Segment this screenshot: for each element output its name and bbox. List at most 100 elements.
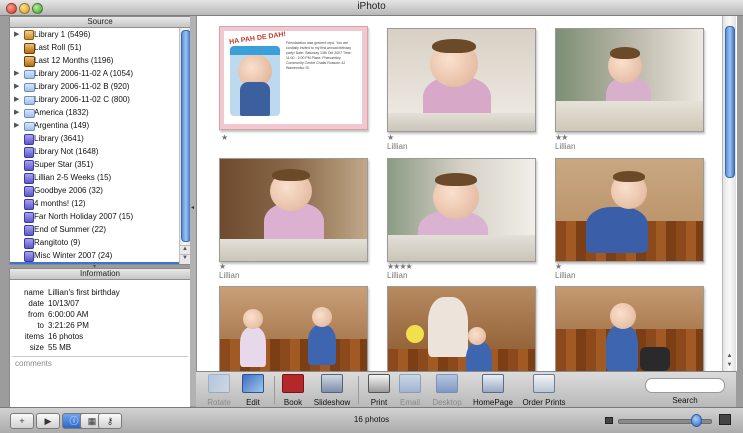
photo-caption[interactable]: Lillian (555, 142, 575, 151)
source-item[interactable]: Far North Holiday 2007 (15) (10, 210, 179, 223)
source-item[interactable]: ▶ Library 2006-11-02 B (920) (10, 80, 179, 93)
star-rating[interactable]: ★ (219, 262, 239, 271)
invitation-baby-photo (230, 46, 280, 116)
disclosure-triangle-icon[interactable]: ▶ (14, 93, 19, 106)
order-prints-button[interactable]: Order Prints (519, 374, 569, 407)
photo-thumbnail[interactable] (555, 158, 704, 262)
photo-caption[interactable]: Lillian (387, 271, 412, 280)
library-icon (24, 30, 34, 40)
source-item[interactable]: Library (3641) (10, 132, 179, 145)
photo-caption[interactable]: Lillian (387, 142, 407, 151)
source-item[interactable]: Goodbye 2006 (32) (10, 184, 179, 197)
source-item[interactable]: Last 12 Months (1196) (10, 54, 179, 67)
album-icon (24, 199, 34, 210)
photo-thumbnail[interactable] (555, 28, 704, 132)
folder-icon (24, 96, 35, 105)
splitter-grip-icon[interactable]: ◂ (191, 204, 194, 211)
photo-meta-6: ★ Lillian (555, 262, 575, 280)
source-item[interactable]: ▶ Library 2006-11-02 C (800) (10, 93, 179, 106)
disclosure-triangle-icon[interactable]: ▶ (14, 80, 19, 93)
source-item[interactable]: ▶ Argentina (149) (10, 119, 179, 132)
star-rating[interactable]: ★★★★ (387, 262, 413, 271)
source-item[interactable]: ▶ Library 1 (5496) (10, 28, 179, 41)
album-icon (24, 225, 34, 236)
source-item[interactable]: Library Not (1648) (10, 145, 179, 158)
bottom-bar: + ▶ ⓘ ▦ ⚷ 16 photos (0, 407, 743, 433)
star-rating[interactable]: ★ (221, 133, 228, 142)
photo-meta-1: ★ (221, 133, 228, 142)
source-item-label: Rangitoto (9) (34, 238, 81, 247)
album-icon (24, 147, 34, 158)
title-bar: iPhoto (0, 0, 743, 16)
info-value[interactable]: 6:00:00 AM (48, 309, 88, 320)
photo-browser-scrollbar[interactable]: ▲ ▼ (722, 16, 736, 371)
info-value[interactable]: 3:21:26 PM (48, 320, 89, 331)
info-key: from (28, 310, 44, 319)
disclosure-triangle-icon[interactable]: ▶ (14, 106, 19, 119)
info-value[interactable]: 55 MB (48, 342, 71, 353)
info-value[interactable]: 16 photos (48, 331, 83, 342)
slideshow-button[interactable]: Slideshow (307, 374, 357, 407)
source-item[interactable]: Rangitoto (9) (10, 236, 179, 249)
slideshow-label: Slideshow (313, 398, 351, 407)
info-value[interactable]: 10/13/07 (48, 298, 79, 309)
album-icon (24, 251, 34, 262)
source-item[interactable]: 4 months! (12) (10, 197, 179, 210)
thumbnail-size-slider-knob[interactable] (691, 414, 702, 427)
photo-meta-4: ★ Lillian (219, 262, 239, 280)
roll-icon (24, 43, 35, 54)
photo-thumbnail[interactable] (387, 286, 536, 371)
album-icon (24, 160, 34, 171)
source-item[interactable]: Last Roll (51) (10, 41, 179, 54)
disclosure-triangle-icon[interactable]: ▶ (14, 28, 19, 41)
invitation-card: HA PAH DE DAH! Friendsletion lase greire… (224, 31, 362, 124)
photo-thumbnail[interactable] (219, 286, 368, 371)
homepage-label: HomePage (472, 398, 514, 407)
star-rating[interactable]: ★★ (555, 133, 575, 142)
info-key: name (23, 288, 44, 297)
star-rating[interactable]: ★ (387, 133, 407, 142)
photo-browser-scroll-thumb[interactable] (725, 26, 735, 178)
scroll-down-arrow-icon[interactable]: ▼ (723, 362, 736, 371)
comments-field[interactable]: comments (15, 359, 52, 368)
photo-caption[interactable]: Lillian (555, 271, 575, 280)
info-key: size (29, 343, 44, 352)
window-title: iPhoto (357, 1, 386, 12)
source-item-label: 4 months! (12) (34, 199, 86, 208)
rotate-icon (208, 374, 230, 393)
photo-thumbnail[interactable] (387, 158, 536, 262)
source-item[interactable]: End of Summer (22) (10, 223, 179, 236)
source-item[interactable]: Misc Winter 2007 (24) (10, 249, 179, 262)
order-prints-icon (533, 374, 555, 393)
album-icon (24, 238, 34, 249)
photo-thumbnail[interactable] (219, 158, 368, 262)
photo-meta-2: ★ Lillian (387, 133, 407, 151)
scroll-down-arrow-icon[interactable]: ▼ (180, 254, 190, 264)
star-rating[interactable]: ★ (555, 262, 575, 271)
photo-caption[interactable]: Lillian (219, 271, 239, 280)
edit-icon (242, 374, 264, 393)
search-input[interactable] (645, 378, 725, 393)
source-item[interactable]: Super Star (351) (10, 158, 179, 171)
source-item[interactable]: ▶ Library 2006-11-02 A (1054) (10, 67, 179, 80)
disclosure-triangle-icon[interactable]: ▶ (14, 119, 19, 132)
info-row: to 3:21:26 PM (10, 320, 190, 331)
photo-thumbnail[interactable] (555, 286, 704, 371)
source-item[interactable]: Lillian 2-5 Weeks (15) (10, 171, 179, 184)
scroll-up-arrow-icon[interactable]: ▲ (723, 353, 736, 362)
information-rows: name Lillian's first birthday date 10/13/07… (10, 287, 190, 353)
source-scrollbar[interactable]: ▲ ▼ (179, 28, 191, 264)
info-value[interactable]: Lillian's first birthday (48, 287, 120, 298)
photo-thumbnail[interactable] (387, 28, 536, 132)
edit-toolbar: Rotate Edit Book Slideshow Print Email D… (196, 371, 736, 408)
disclosure-triangle-icon[interactable]: ▶ (14, 67, 19, 80)
desktop-button[interactable]: Desktop (422, 374, 472, 407)
photo-thumbnail-invitation[interactable]: HA PAH DE DAH! Friendsletion lase greire… (219, 26, 368, 130)
homepage-button[interactable]: HomePage (468, 374, 518, 407)
source-list: ▶ Library 1 (5496) Last Roll (51) Last 12 M… (10, 28, 179, 264)
folder-icon (24, 70, 35, 79)
source-item-label: Library 1 (5496) (34, 30, 91, 39)
order-prints-label: Order Prints (522, 398, 566, 407)
desktop-label: Desktop (432, 398, 462, 407)
source-item[interactable]: ▶ America (1832) (10, 106, 179, 119)
